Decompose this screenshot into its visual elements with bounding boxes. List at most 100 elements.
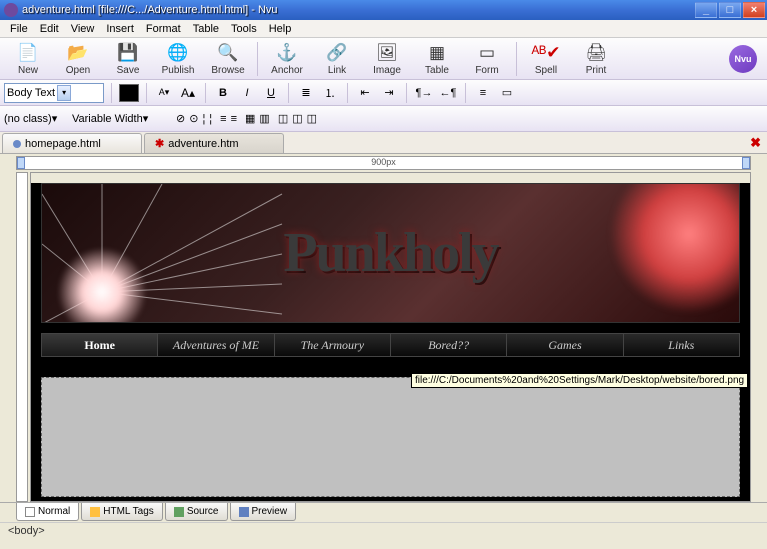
new-button[interactable]: 📄New	[4, 42, 52, 76]
viewtab-source[interactable]: Source	[165, 503, 228, 521]
menu-tools[interactable]: Tools	[225, 21, 263, 37]
menu-view[interactable]: View	[65, 21, 101, 37]
chevron-down-icon: ▾	[52, 113, 58, 125]
chevron-down-icon: ▾	[143, 113, 149, 125]
border-button[interactable]: ◫	[278, 112, 288, 125]
paragraph-format-combo[interactable]: Body Text▾	[4, 83, 104, 103]
close-button[interactable]: ×	[743, 2, 765, 18]
ruler-right-marker[interactable]	[742, 157, 750, 169]
viewtab-htmltags[interactable]: HTML Tags	[81, 503, 163, 521]
publish-button[interactable]: 🌐Publish	[154, 42, 202, 76]
underline-button[interactable]: U	[261, 83, 281, 103]
menu-file[interactable]: File	[4, 21, 34, 37]
align-center-button[interactable]: ≡	[231, 113, 237, 125]
align-left-button[interactable]: ≡	[220, 113, 226, 125]
nav-links[interactable]: Links	[624, 334, 739, 356]
viewtab-normal[interactable]: Normal	[16, 503, 79, 521]
layers-button[interactable]: ▭	[497, 83, 517, 103]
window-title: adventure.html [file:///C.../Adventure.h…	[22, 4, 695, 16]
new-icon: 📄	[17, 42, 39, 64]
text-color-swatch[interactable]	[119, 84, 139, 102]
table-merge-button[interactable]: ▥	[259, 112, 269, 125]
menu-table[interactable]: Table	[187, 21, 225, 37]
italic-button[interactable]: I	[237, 83, 257, 103]
nav-games[interactable]: Games	[507, 334, 623, 356]
maximize-button[interactable]: □	[719, 2, 741, 18]
status-path[interactable]: <body>	[8, 525, 45, 537]
minimize-button[interactable]: _	[695, 2, 717, 18]
preview-view-icon	[239, 507, 249, 517]
anchor-button[interactable]: ⚓Anchor	[263, 42, 311, 76]
print-button[interactable]: 🖨Print	[572, 42, 620, 76]
abbr-button[interactable]: ¦	[202, 113, 205, 125]
vertical-ruler[interactable]	[16, 172, 28, 502]
publish-icon: 🌐	[167, 42, 189, 64]
ruler-left-marker[interactable]	[17, 157, 25, 169]
bullet-list-button[interactable]: ≣	[296, 83, 316, 103]
document-tab-strip: homepage.html ✱ adventure.htm ✖	[0, 132, 767, 154]
browse-icon: 🔍	[217, 42, 239, 64]
tab-homepage[interactable]: homepage.html	[2, 133, 142, 153]
browse-button[interactable]: 🔍Browse	[204, 42, 252, 76]
bold-button[interactable]: B	[213, 83, 233, 103]
font-family-combo[interactable]: Variable Width▾	[72, 112, 168, 125]
chevron-down-icon: ▾	[57, 85, 71, 101]
form-icon: ▭	[476, 42, 498, 64]
open-button[interactable]: 📂Open	[54, 42, 102, 76]
nav-bored[interactable]: Bored??	[391, 334, 507, 356]
border3-button[interactable]: ◫	[307, 112, 317, 125]
menu-format[interactable]: Format	[140, 21, 187, 37]
spell-icon: ᴬᴮ✔	[535, 42, 557, 64]
tab-adventure[interactable]: ✱ adventure.htm	[144, 133, 284, 153]
tags-view-icon	[90, 507, 100, 517]
dir-rtl-button[interactable]: ←¶	[438, 83, 458, 103]
menu-insert[interactable]: Insert	[100, 21, 140, 37]
form-button[interactable]: ▭Form	[463, 42, 511, 76]
spell-button[interactable]: ᴬᴮ✔Spell	[522, 42, 570, 76]
link-icon: 🔗	[326, 42, 348, 64]
open-icon: 📂	[67, 42, 89, 64]
separator	[516, 42, 517, 76]
menu-bar: File Edit View Insert Format Table Tools…	[0, 20, 767, 38]
page-document[interactable]: Punkholy Home Adventures of ME The Armou…	[31, 183, 750, 502]
app-logo: Nvu	[729, 45, 757, 73]
main-toolbar: 📄New 📂Open 💾Save 🌐Publish 🔍Browse ⚓Ancho…	[0, 38, 767, 80]
content-placeholder[interactable]	[41, 377, 740, 497]
canvas-scroll[interactable]: Punkholy Home Adventures of ME The Armou…	[30, 172, 751, 502]
code-button[interactable]: ¦	[209, 113, 212, 125]
save-icon: 💾	[117, 42, 139, 64]
dir-ltr-button[interactable]: ¶→	[414, 83, 434, 103]
nav-adventures[interactable]: Adventures of ME	[158, 334, 274, 356]
indent-button[interactable]: ⇥	[379, 83, 399, 103]
menu-help[interactable]: Help	[263, 21, 298, 37]
tab-label: adventure.htm	[168, 138, 238, 150]
strong-button[interactable]: ⊙	[189, 112, 198, 125]
anchor-icon: ⚓	[276, 42, 298, 64]
image-icon: 🖼	[376, 42, 398, 64]
border2-button[interactable]: ◫	[292, 112, 302, 125]
table-insert-button[interactable]: ▦	[245, 112, 255, 125]
nav-armoury[interactable]: The Armoury	[275, 334, 391, 356]
close-tabs-button[interactable]: ✖	[750, 135, 761, 151]
image-button[interactable]: 🖼Image	[363, 42, 411, 76]
save-button[interactable]: 💾Save	[104, 42, 152, 76]
font-larger-button[interactable]: A▴	[178, 83, 198, 103]
menu-edit[interactable]: Edit	[34, 21, 65, 37]
nav-home[interactable]: Home	[42, 334, 158, 356]
normal-view-icon	[25, 507, 35, 517]
class-combo[interactable]: (no class)▾	[4, 112, 68, 125]
em-button[interactable]: ⊘	[176, 112, 185, 125]
number-list-button[interactable]: ⒈	[320, 83, 340, 103]
outdent-button[interactable]: ⇤	[355, 83, 375, 103]
viewtab-preview[interactable]: Preview	[230, 503, 297, 521]
title-bar: adventure.html [file:///C.../Adventure.h…	[0, 0, 767, 20]
separator	[257, 42, 258, 76]
table-button[interactable]: ▦Table	[413, 42, 461, 76]
lens-flare-icon	[609, 183, 740, 314]
app-icon	[4, 3, 18, 17]
font-smaller-button[interactable]: A▾	[154, 83, 174, 103]
view-mode-tabs: Normal HTML Tags Source Preview	[0, 502, 767, 522]
link-button[interactable]: 🔗Link	[313, 42, 361, 76]
horizontal-ruler[interactable]: 900px	[16, 156, 751, 170]
align-align-button[interactable]: ≡	[473, 83, 493, 103]
